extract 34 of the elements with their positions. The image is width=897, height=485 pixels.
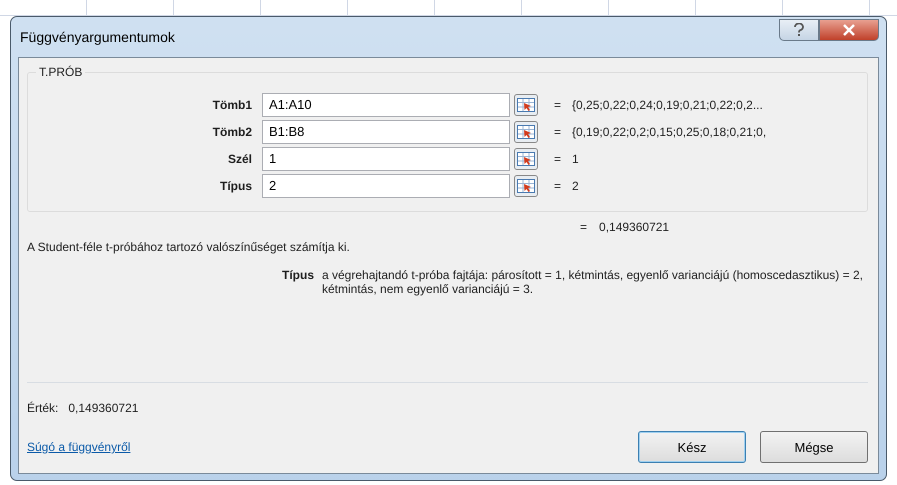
- argument-help-text: a végrehajtandó t-próba fajtája: párosított = 1, kétmintás, egyenlő varianciájú (homoscedasztikus) = 2, kétmintás, nem egyenlő varianciájú = 3.: [322, 268, 864, 296]
- dialog-button[interactable]: Mégse: [760, 431, 868, 463]
- value-label: Érték:: [27, 401, 58, 415]
- argument-result: {0,25;0,22;0,24;0,19;0,21;0,22;0,2...: [572, 98, 764, 112]
- range-picker-icon[interactable]: [514, 94, 538, 116]
- equals-sign: =: [553, 98, 562, 112]
- value-text: 0,149360721: [68, 401, 138, 415]
- argument-result: {0,19;0,22;0,2;0,15;0,25;0,18;0,21;0,: [572, 124, 768, 138]
- equals-sign: =: [553, 124, 562, 138]
- range-picker-icon[interactable]: [514, 174, 538, 196]
- argument-field[interactable]: 1: [262, 146, 510, 170]
- argument-field[interactable]: B1:B8: [262, 120, 510, 144]
- argument-field[interactable]: 2: [262, 174, 510, 198]
- function-description: A Student-féle t-próbához tartozó valószínűséget számítja ki.: [27, 240, 351, 254]
- formula-result: 0,149360721: [599, 220, 670, 234]
- window-title: Függvényargumentumok: [19, 29, 175, 45]
- argument-result: 1: [572, 152, 580, 166]
- group-title: T.PRÓB: [36, 65, 86, 79]
- range-picker-icon[interactable]: [514, 148, 538, 170]
- argument-label: Szél: [226, 152, 253, 166]
- equals-sign: =: [553, 152, 562, 166]
- dialog-button[interactable]: Kész: [638, 431, 746, 463]
- argument-result: 2: [572, 178, 580, 192]
- argument-label: Tömb1: [212, 98, 253, 112]
- argument-field[interactable]: A1:A10: [262, 92, 510, 116]
- close-icon[interactable]: [819, 19, 879, 41]
- equals-sign: =: [553, 178, 562, 192]
- range-picker-icon[interactable]: [514, 120, 538, 142]
- argument-label: Típus: [219, 178, 253, 192]
- help-link[interactable]: Súgó a függvényről: [27, 440, 130, 454]
- argument-label: Tömb2: [212, 124, 253, 138]
- help-icon[interactable]: [779, 19, 819, 41]
- equals-sign: =: [580, 220, 588, 234]
- argument-help-label: Típus: [282, 268, 314, 284]
